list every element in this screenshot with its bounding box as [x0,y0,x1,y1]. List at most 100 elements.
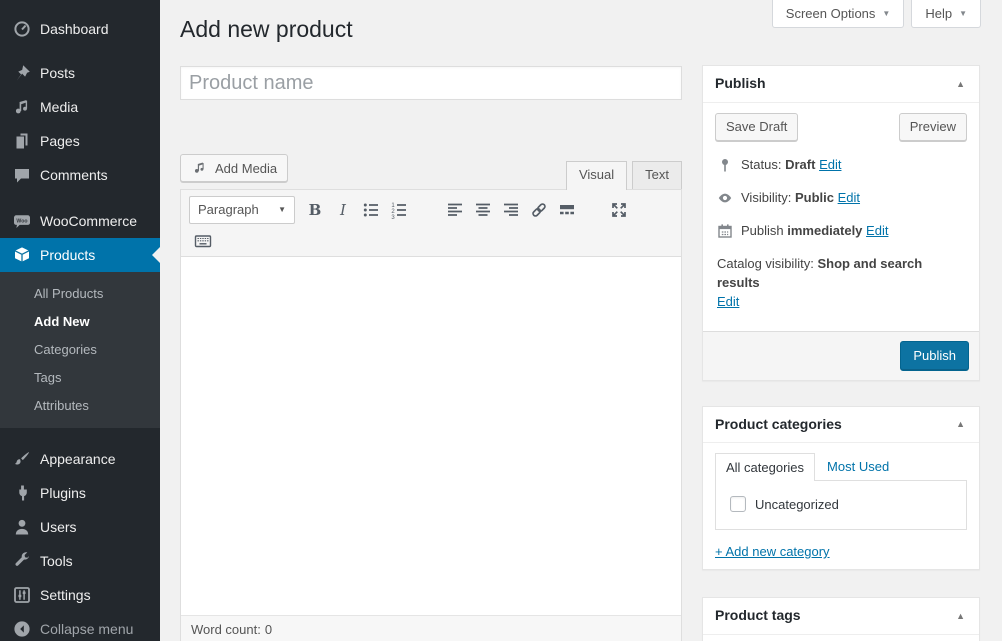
sidebar-item-settings[interactable]: Settings [0,578,160,612]
current-menu-arrow [152,247,160,263]
publish-box: Publish ▲ Save Draft Preview Status: Dra… [702,65,980,381]
screen-options-label: Screen Options [786,6,876,21]
main-column: Add Media Visual Text Paragraph ▼ B I [180,66,682,641]
submenu-item-all-products[interactable]: All Products [0,280,160,308]
tab-all-categories[interactable]: All categories [715,453,815,481]
help-button[interactable]: Help ▼ [911,0,981,28]
collapse-menu-button[interactable]: Collapse menu [0,612,160,641]
paragraph-format-select[interactable]: Paragraph ▼ [189,196,295,224]
status-label: Status: [741,157,781,172]
editor-text-area[interactable] [181,257,681,615]
align-center-icon[interactable] [469,197,497,223]
edit-schedule-link[interactable]: Edit [866,223,888,238]
sidebar-item-comments[interactable]: Comments [0,158,160,192]
sidebar-item-posts[interactable]: Posts [0,56,160,90]
comment-bubble-icon [12,165,32,185]
sidebar-item-label: Comments [40,167,108,183]
add-new-category-link[interactable]: + Add new category [715,544,830,559]
paragraph-format-label: Paragraph [198,202,259,217]
submenu-item-categories[interactable]: Categories [0,336,160,364]
submenu-item-tags[interactable]: Tags [0,364,160,392]
categories-box-title: Product categories [715,415,842,435]
sidebar-item-appearance[interactable]: Appearance [0,442,160,476]
admin-menu: Dashboard Posts Media Pages Comments Woo… [0,0,160,272]
editor-toolbar: Paragraph ▼ B I 123 “ [181,190,681,257]
submenu-item-add-new[interactable]: Add New [0,308,160,336]
sidebar-item-pages[interactable]: Pages [0,124,160,158]
visibility-label: Visibility: [741,190,791,205]
category-item: Uncategorized [730,496,966,512]
admin-sidebar: Dashboard Posts Media Pages Comments Woo… [0,0,160,641]
user-icon [12,517,32,537]
publish-box-title: Publish [715,74,766,94]
bold-icon[interactable]: B [301,197,329,223]
chevron-down-icon: ▼ [278,205,286,214]
fullscreen-icon[interactable] [605,197,633,223]
visibility-value: Public [795,190,834,205]
chevron-down-icon: ▼ [882,9,890,18]
collapse-toggle-icon[interactable]: ▲ [954,611,967,621]
paintbrush-icon [12,449,32,469]
category-label: Uncategorized [755,497,839,512]
product-name-input[interactable] [180,66,682,100]
sidebar-item-woocommerce[interactable]: Woo WooCommerce [0,204,160,238]
link-icon[interactable] [525,197,553,223]
bulleted-list-icon[interactable] [357,197,385,223]
tab-visual[interactable]: Visual [566,161,627,190]
sidebar-item-label: Posts [40,65,75,81]
edit-catalog-link[interactable]: Edit [717,294,739,309]
submenu-item-attributes[interactable]: Attributes [0,392,160,420]
categories-box-header[interactable]: Product categories ▲ [703,407,979,444]
content-editor: Paragraph ▼ B I 123 “ [180,189,682,641]
sidebar-item-label: Products [40,247,95,263]
collapse-menu-label: Collapse menu [40,621,133,637]
edit-status-link[interactable]: Edit [819,157,841,172]
status-value: Draft [785,157,815,172]
editor-status-bar: Word count: 0 [181,615,681,641]
tab-most-used[interactable]: Most Used [815,453,901,480]
align-left-icon[interactable] [441,197,469,223]
screen-options-button[interactable]: Screen Options ▼ [772,0,905,28]
align-right-icon[interactable] [497,197,525,223]
schedule-value: immediately [787,223,862,238]
sidebar-item-label: Users [40,519,77,535]
publish-box-header[interactable]: Publish ▲ [703,66,979,103]
italic-icon[interactable]: I [329,197,357,223]
sidebar-item-label: Settings [40,587,91,603]
dashboard-icon [12,19,32,39]
sidebar-item-plugins[interactable]: Plugins [0,476,160,510]
screen-meta-links: Screen Options ▼ Help ▼ [772,0,981,28]
sidebar-item-tools[interactable]: Tools [0,544,160,578]
collapse-toggle-icon[interactable]: ▲ [954,419,967,429]
edit-visibility-link[interactable]: Edit [838,190,860,205]
numbered-list-icon[interactable]: 123 [385,197,413,223]
product-cube-icon [12,245,32,265]
collapse-toggle-icon[interactable]: ▲ [954,79,967,89]
keyboard-toolbar-toggle-icon[interactable] [189,228,217,254]
pushpin-icon [12,63,32,83]
sidebar-item-users[interactable]: Users [0,510,160,544]
publish-button[interactable]: Publish [900,341,969,371]
tags-box-header[interactable]: Product tags ▲ [703,598,979,635]
preview-button[interactable]: Preview [899,113,967,141]
admin-menu-lower: Appearance Plugins Users Tools Settings [0,428,160,612]
catalog-label: Catalog visibility: [717,256,814,271]
schedule-label: Publish [741,223,784,238]
sidebar-item-media[interactable]: Media [0,90,160,124]
visibility-row: Visibility: Public Edit [717,188,967,208]
blockquote-icon[interactable]: “ [413,197,441,223]
admin-content: Screen Options ▼ Help ▼ Add new product … [160,0,1002,641]
sidebar-item-products[interactable]: Products [0,238,160,272]
save-draft-button[interactable]: Save Draft [715,113,798,141]
pages-icon [12,131,32,151]
uncategorized-checkbox[interactable] [730,496,746,512]
read-more-icon[interactable] [553,197,581,223]
side-column: Publish ▲ Save Draft Preview Status: Dra… [702,66,980,641]
pin-status-icon [717,157,733,173]
sidebar-item-dashboard[interactable]: Dashboard [0,12,160,46]
tab-text[interactable]: Text [632,161,682,189]
catalog-visibility-row: Catalog visibility: Shop and search resu… [717,254,967,311]
plug-icon [12,483,32,503]
category-checklist: Uncategorized [715,480,967,530]
add-media-button[interactable]: Add Media [180,154,288,182]
